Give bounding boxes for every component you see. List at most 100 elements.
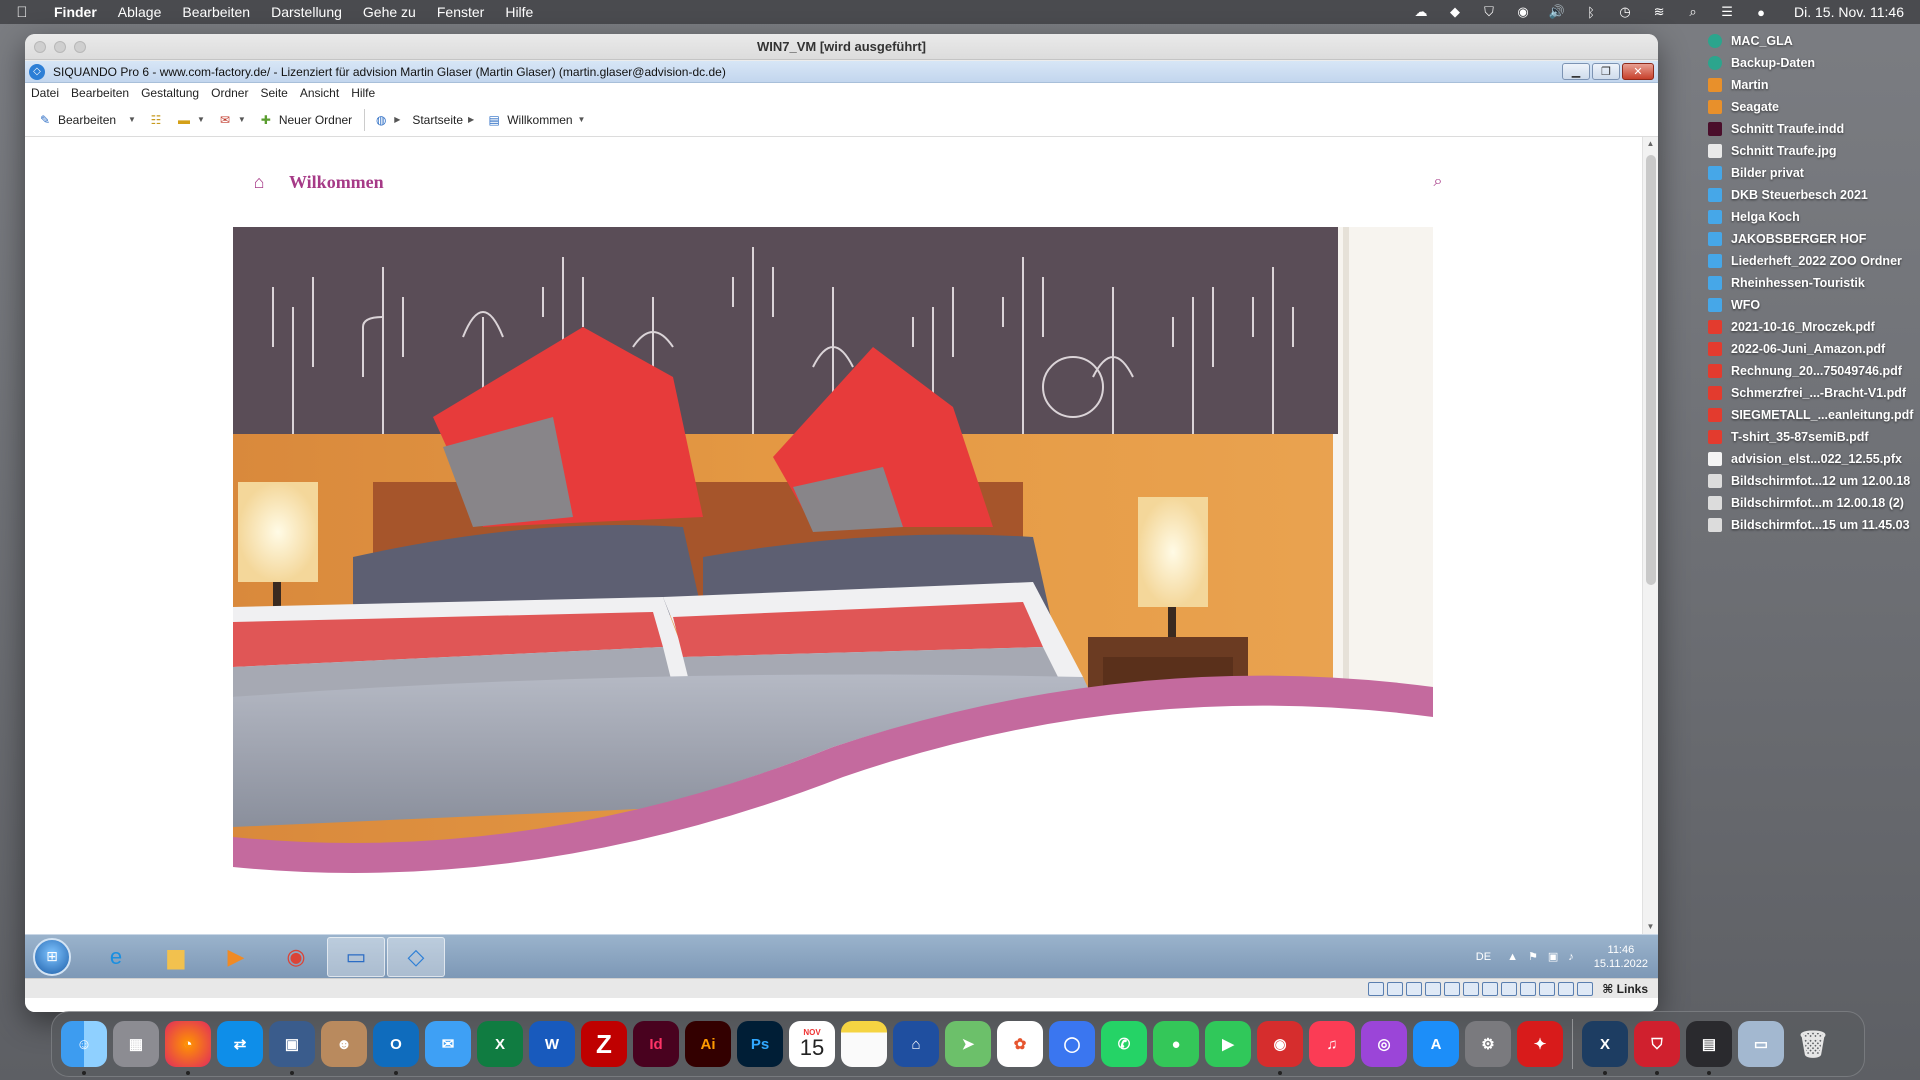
design-button[interactable]: ▬ ▼ bbox=[176, 113, 205, 127]
app-minimize-button[interactable]: ▁ bbox=[1562, 63, 1590, 80]
finder-icon[interactable]: ☺ bbox=[61, 1021, 107, 1075]
breadcrumb-dropdown-arrow[interactable]: ▼ bbox=[578, 115, 586, 124]
desktop-item[interactable]: Bilder privat bbox=[1708, 162, 1918, 184]
trash-icon[interactable]: 🗑 bbox=[1790, 1021, 1836, 1067]
recent-document-icon[interactable]: ▤ bbox=[1686, 1021, 1732, 1075]
illustrator-icon[interactable]: Ai bbox=[685, 1021, 731, 1067]
whatsapp-icon[interactable]: ✆ bbox=[1101, 1021, 1147, 1067]
vm-device-icon[interactable] bbox=[1368, 981, 1385, 996]
desktop-item[interactable]: WFO bbox=[1708, 294, 1918, 316]
desktop-item[interactable]: Rechnung_20...75049746.pdf bbox=[1708, 360, 1918, 382]
photos-icon[interactable]: ✿ bbox=[997, 1021, 1043, 1067]
system-preferences-icon[interactable]: ⚙ bbox=[1465, 1021, 1511, 1067]
siri-icon[interactable]: ● bbox=[1752, 5, 1770, 20]
app-restore-button[interactable]: ❐ bbox=[1592, 63, 1620, 80]
desktop-item[interactable]: MAC_GLA bbox=[1708, 30, 1918, 52]
signal-icon[interactable]: ◯ bbox=[1049, 1021, 1095, 1067]
structure-button[interactable]: ☷ bbox=[148, 113, 164, 127]
menu-hilfe[interactable]: Hilfe bbox=[505, 4, 533, 20]
vm-device-icon[interactable] bbox=[1577, 981, 1594, 996]
desktop-item[interactable]: Bildschirmfot...m 12.00.18 (2) bbox=[1708, 492, 1918, 514]
dropbox-icon[interactable]: ◆ bbox=[1446, 4, 1464, 19]
maps-icon[interactable]: ➤ bbox=[945, 1021, 991, 1067]
vm-device-icon[interactable] bbox=[1425, 981, 1442, 996]
vm-device-icon[interactable] bbox=[1501, 981, 1518, 996]
app-menu-ansicht[interactable]: Ansicht bbox=[300, 86, 339, 100]
vm-device-icon[interactable] bbox=[1463, 981, 1480, 996]
menu-finder[interactable]: Finder bbox=[54, 4, 97, 20]
podcasts-icon[interactable]: ◎ bbox=[1361, 1021, 1407, 1067]
filezilla-icon[interactable]: Z bbox=[581, 1021, 627, 1067]
xcode-tool-icon[interactable]: ⌂ bbox=[893, 1021, 939, 1067]
menu-gehe-zu[interactable]: Gehe zu bbox=[363, 4, 416, 20]
desktop-item[interactable]: Rheinhessen-Touristik bbox=[1708, 272, 1918, 294]
app-close-button[interactable]: ✕ bbox=[1622, 63, 1654, 80]
calendar-icon[interactable]: NOV 15 bbox=[789, 1021, 835, 1067]
desktop-item[interactable]: Backup-Daten bbox=[1708, 52, 1918, 74]
design-dropdown-arrow[interactable]: ▼ bbox=[197, 115, 205, 124]
desktop-item[interactable]: T-shirt_35-87semiB.pdf bbox=[1708, 426, 1918, 448]
desktop-item[interactable]: 2022-06-Juni_Amazon.pdf bbox=[1708, 338, 1918, 360]
action-center-icon[interactable]: ⚑ bbox=[1528, 950, 1538, 963]
breadcrumb-root[interactable]: ◍ ▶ bbox=[373, 113, 400, 127]
apple-menu-icon[interactable]:  bbox=[12, 4, 32, 21]
desktop-item[interactable]: SIEGMETALL_...eanleitung.pdf bbox=[1708, 404, 1918, 426]
vm-device-icon[interactable] bbox=[1539, 981, 1556, 996]
zoom-window-button[interactable] bbox=[74, 41, 86, 53]
vertical-scrollbar[interactable]: ▲ ▼ bbox=[1642, 137, 1658, 934]
chrome-icon[interactable]: ◉ bbox=[267, 937, 325, 977]
antivirus-icon[interactable]: ⛉ bbox=[1634, 1021, 1680, 1075]
outlook-icon[interactable]: O bbox=[373, 1021, 419, 1075]
menu-bearbeiten[interactable]: Bearbeiten bbox=[182, 4, 250, 20]
mail-icon[interactable]: ✉ bbox=[425, 1021, 471, 1067]
media-player-icon[interactable]: ▶ bbox=[207, 937, 265, 977]
vm-device-icon[interactable] bbox=[1558, 981, 1575, 996]
excel-icon[interactable]: X bbox=[477, 1021, 523, 1067]
site-page-title[interactable]: Wilkommen bbox=[289, 172, 384, 193]
vm-device-icon[interactable] bbox=[1520, 981, 1537, 996]
scrollbar-thumb[interactable] bbox=[1646, 155, 1656, 585]
scroll-down-arrow[interactable]: ▼ bbox=[1643, 920, 1658, 934]
wifi-off-icon[interactable]: ≋ bbox=[1650, 4, 1668, 19]
language-indicator[interactable]: DE bbox=[1476, 951, 1491, 963]
app-menu-seite[interactable]: Seite bbox=[260, 86, 287, 100]
close-window-button[interactable] bbox=[34, 41, 46, 53]
vm-titlebar[interactable]: WIN7_VM [wird ausgeführt] bbox=[25, 34, 1658, 60]
app-menu-hilfe[interactable]: Hilfe bbox=[351, 86, 375, 100]
website-preview[interactable]: ⌂ Wilkommen ⌕ bbox=[25, 137, 1642, 934]
firefox-icon[interactable]: ◔ bbox=[165, 1021, 211, 1075]
desktop-item[interactable]: Seagate bbox=[1708, 96, 1918, 118]
messages-icon[interactable]: ● bbox=[1153, 1021, 1199, 1067]
launchpad-icon[interactable]: ▦ bbox=[113, 1021, 159, 1067]
notes-icon[interactable] bbox=[841, 1021, 887, 1067]
app-menu-datei[interactable]: Datei bbox=[31, 86, 59, 100]
desktop-item[interactable]: Schnitt Traufe.indd bbox=[1708, 118, 1918, 140]
app-caption-bar[interactable]: ◇ SIQUANDO Pro 6 - www.com-factory.de/ -… bbox=[25, 61, 1658, 83]
publish-dropdown-arrow[interactable]: ▼ bbox=[238, 115, 246, 124]
desktop-item[interactable]: Martin bbox=[1708, 74, 1918, 96]
search-icon[interactable]: ⌕ bbox=[1428, 173, 1448, 191]
word-icon[interactable]: W bbox=[529, 1021, 575, 1067]
music-icon[interactable]: ♫ bbox=[1309, 1021, 1355, 1067]
remote-desktop-icon[interactable]: ▭ bbox=[327, 936, 385, 977]
contacts-icon[interactable]: ☻ bbox=[321, 1021, 367, 1067]
publish-button[interactable]: ✉ ▼ bbox=[217, 113, 246, 127]
control-center-icon[interactable]: ☰ bbox=[1718, 4, 1736, 19]
indesign-icon[interactable]: Id bbox=[633, 1021, 679, 1067]
desktop-item[interactable]: DKB Steuerbesch 2021 bbox=[1708, 184, 1918, 206]
desktop-item[interactable]: Schmerzfrei_...-Bracht-V1.pdf bbox=[1708, 382, 1918, 404]
menu-darstellung[interactable]: Darstellung bbox=[271, 4, 342, 20]
minimize-window-button[interactable] bbox=[54, 41, 66, 53]
vm-device-icon[interactable] bbox=[1444, 981, 1461, 996]
x-toolkit-icon[interactable]: X bbox=[1582, 1021, 1628, 1075]
home-icon[interactable]: ⌂ bbox=[249, 172, 269, 192]
desktop-item[interactable]: Bildschirmfot...15 um 11.45.03 bbox=[1708, 514, 1918, 536]
siquando-taskbar-icon[interactable]: ◇ bbox=[387, 936, 445, 977]
menu-bar-clock[interactable]: Di. 15. Nov. 11:46 bbox=[1794, 4, 1904, 20]
app-menu-ordner[interactable]: Ordner bbox=[211, 86, 248, 100]
menu-ablage[interactable]: Ablage bbox=[118, 4, 162, 20]
desktop-item[interactable]: Schnitt Traufe.jpg bbox=[1708, 140, 1918, 162]
desktop-item[interactable]: 2021-10-16_Mroczek.pdf bbox=[1708, 316, 1918, 338]
internet-explorer-icon[interactable]: e bbox=[87, 937, 145, 977]
explorer-folder-icon[interactable]: ▆ bbox=[147, 937, 205, 977]
